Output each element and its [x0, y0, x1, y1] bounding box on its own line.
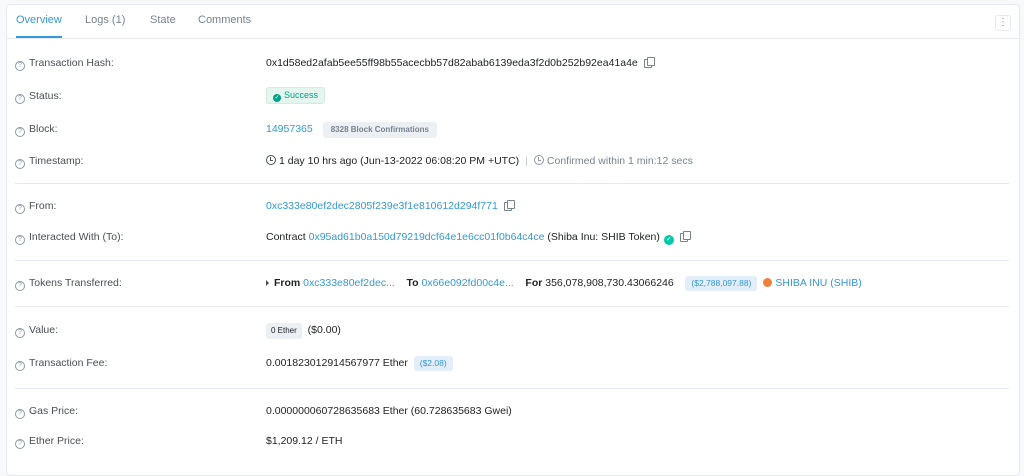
confirmed-within: Confirmed within 1 min:12 secs [546, 155, 693, 167]
contract-name: (Shiba Inu: SHIB Token) [547, 231, 660, 243]
clock-icon [533, 155, 544, 165]
help-icon: ? [15, 281, 25, 291]
contract-prefix: Contract [266, 231, 306, 243]
copy-icon[interactable] [503, 200, 515, 211]
status-badge: ✓ Success [266, 87, 326, 104]
from-label: From: [29, 200, 57, 212]
row-transaction-fee: ? Transaction Fee: 0.001823012914567977 E… [7, 355, 1019, 371]
divider: | [525, 155, 528, 167]
help-icon: ? [15, 328, 25, 338]
transaction-fee-label: Transaction Fee: [29, 357, 108, 369]
check-circle-icon: ✓ [273, 94, 281, 102]
row-timestamp: ? Timestamp: 1 day 10 hrs ago (Jun-13-202… [7, 153, 1019, 169]
tab-logs[interactable]: Logs (1) [85, 5, 125, 36]
caret-right-icon [266, 280, 269, 286]
ether-price-label: Ether Price: [29, 435, 84, 447]
help-icon: ? [15, 159, 25, 169]
transaction-hash-value: 0x1d58ed2afab5ee55ff98b55acecbb57d82abab… [266, 57, 638, 69]
tab-comments[interactable]: Comments [198, 5, 251, 36]
value-usd: ($0.00) [307, 324, 341, 336]
row-tokens-transferred: ? Tokens Transferred: From 0xc333e80ef2de… [7, 275, 1019, 291]
copy-icon[interactable] [679, 231, 691, 242]
help-icon: ? [15, 439, 25, 449]
transaction-details-card: Overview Logs (1) State Comments ⋮ ? Tran… [6, 4, 1020, 476]
from-address-link[interactable]: 0xc333e80ef2dec2805f239e3f1e810612d294f7… [266, 200, 498, 212]
row-from: ? From: 0xc333e80ef2dec2805f239e3f1e81061… [7, 198, 1019, 214]
token-from-address-link[interactable]: 0xc333e80ef2dec... [303, 277, 395, 289]
row-value: ? Value: 0 Ether ($0.00) [7, 322, 1019, 339]
token-from-label: From [274, 277, 301, 289]
help-icon: ? [15, 361, 25, 371]
block-label: Block: [29, 123, 58, 135]
timestamp-label: Timestamp: [29, 155, 84, 167]
contract-address-link[interactable]: 0x95ad61b0a150d79219dcf64e1e6cc01f0b64c4… [309, 231, 545, 243]
ether-price-value: $1,209.12 / ETH [266, 435, 343, 447]
transaction-fee-value: 0.001823012914567977 Ether [266, 357, 408, 369]
divider [15, 183, 1009, 184]
copy-icon[interactable] [643, 57, 655, 68]
token-to-address-link[interactable]: 0x66e092fd00c4e... [421, 277, 513, 289]
tab-bar: Overview Logs (1) State Comments ⋮ [7, 5, 1019, 39]
row-gas-price: ? Gas Price: 0.000000060728635683 Ether (… [7, 403, 1019, 419]
token-for-label: For [525, 277, 543, 289]
status-label: Status: [29, 90, 62, 102]
gas-price-value: 0.000000060728635683 Ether (60.728635683… [266, 405, 512, 417]
block-number-link[interactable]: 14957365 [266, 123, 313, 135]
gas-price-label: Gas Price: [29, 405, 79, 417]
tab-overview[interactable]: Overview [16, 5, 62, 38]
token-name-link[interactable]: SHIBA INU (SHIB) [775, 277, 861, 289]
help-icon: ? [15, 61, 25, 71]
row-interacted-with: ? Interacted With (To): Contract 0x95ad61… [7, 229, 1019, 245]
block-confirmations-badge: 8328 Block Confirmations [322, 122, 437, 138]
clock-icon [266, 155, 276, 165]
help-icon: ? [15, 94, 25, 104]
interacted-with-label: Interacted With (To): [29, 231, 124, 243]
row-status: ? Status: ✓ Success [7, 87, 1019, 104]
divider [15, 260, 1009, 261]
value-label: Value: [29, 324, 58, 336]
divider [15, 388, 1009, 389]
row-transaction-hash: ? Transaction Hash: 0x1d58ed2afab5ee55ff9… [7, 55, 1019, 71]
status-value: Success [284, 90, 319, 100]
verified-check-icon: ✓ [663, 235, 674, 245]
row-ether-price: ? Ether Price: $1,209.12 / ETH [7, 433, 1019, 449]
row-block: ? Block: 14957365 8328 Block Confirmations [7, 121, 1019, 138]
token-usd-badge: ($2,788,097.88) [685, 276, 758, 291]
transaction-hash-label: Transaction Hash: [29, 57, 114, 69]
ether-value-badge: 0 Ether [266, 323, 302, 339]
timestamp-value: 1 day 10 hrs ago (Jun-13-2022 06:08:20 P… [279, 155, 520, 167]
help-icon: ? [15, 127, 25, 137]
transaction-fee-usd-badge: ($2.08) [413, 356, 453, 371]
shiba-inu-token-icon [763, 278, 773, 287]
more-options-button[interactable]: ⋮ [995, 15, 1011, 31]
token-to-label: To [406, 277, 419, 289]
tab-state[interactable]: State [150, 5, 176, 36]
help-icon: ? [15, 204, 25, 214]
token-amount: 356,078,908,730.43066246 [545, 277, 674, 289]
divider [15, 306, 1009, 307]
help-icon: ? [15, 409, 25, 419]
help-icon: ? [15, 235, 25, 245]
tokens-transferred-label: Tokens Transferred: [29, 277, 122, 289]
